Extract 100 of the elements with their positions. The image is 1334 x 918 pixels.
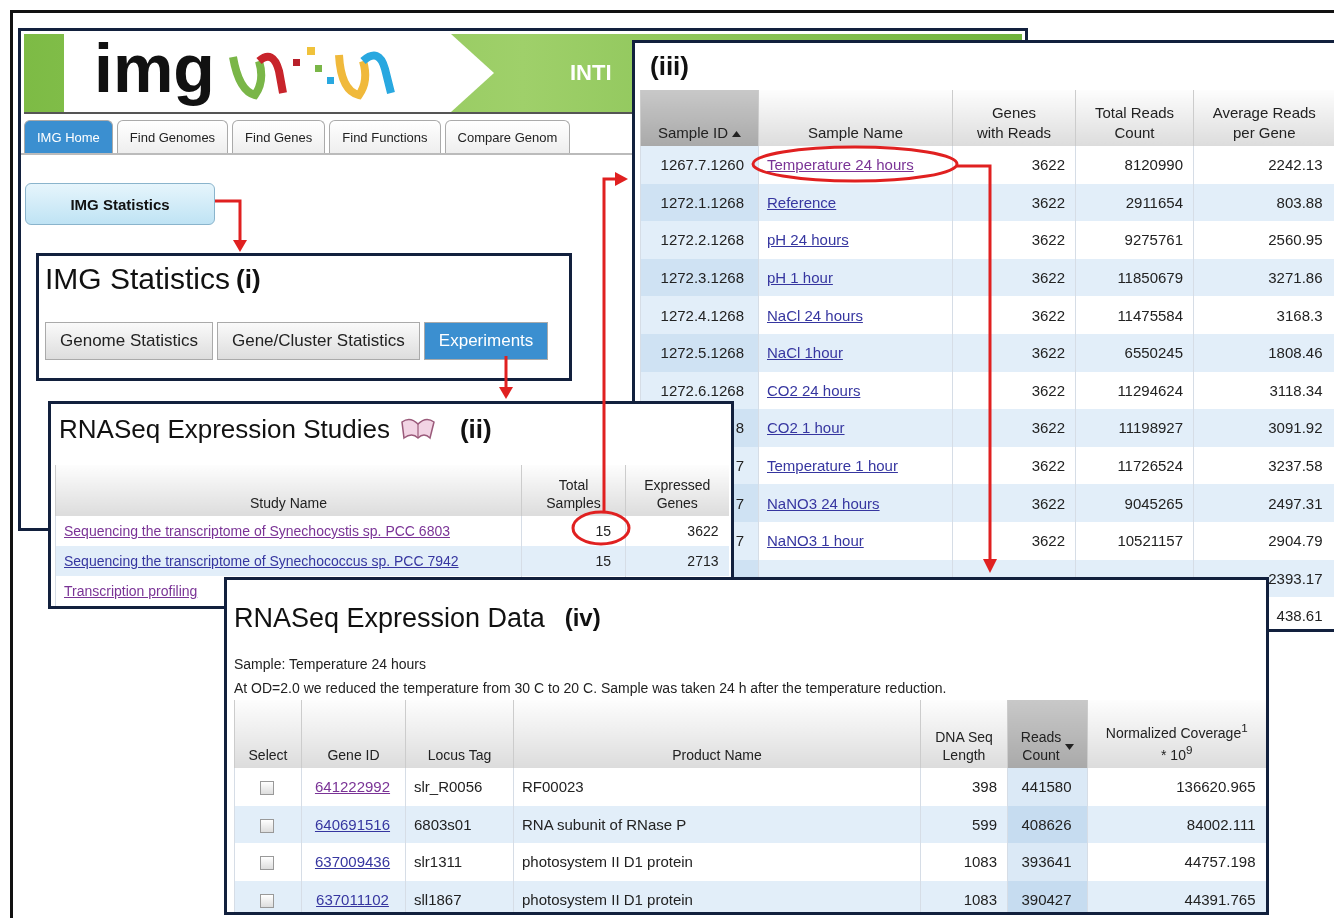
table-cell: 15 xyxy=(521,516,626,546)
table-cell: 8120990 xyxy=(1075,146,1194,184)
sample-link[interactable]: CO2 24 hours xyxy=(767,381,861,399)
table-cell: 2560.95 xyxy=(1193,221,1334,259)
sample-link[interactable]: NaCl 24 hours xyxy=(767,306,863,324)
statistics-tab[interactable]: Genome Statistics xyxy=(45,322,213,360)
table-cell: photosystem II D1 protein xyxy=(513,843,921,881)
table-cell: 3622 xyxy=(952,409,1076,447)
column-header[interactable]: Sample Name xyxy=(758,90,953,146)
table-cell: 390427 xyxy=(1007,880,1088,912)
table-cell: 11198927 xyxy=(1075,409,1194,447)
column-header[interactable]: Select xyxy=(234,700,302,768)
nav-tab[interactable]: Compare Genom xyxy=(444,120,571,153)
table-cell: 1272.2.1268 xyxy=(640,221,759,259)
table-cell: 3168.3 xyxy=(1193,296,1334,334)
table-cell: 9045265 xyxy=(1075,484,1194,522)
row-checkbox[interactable] xyxy=(260,818,274,833)
table-cell: sll1867 xyxy=(405,880,514,912)
sample-link[interactable]: pH 24 hours xyxy=(767,231,849,249)
panel-label: (iv) xyxy=(564,604,601,632)
panel-label: (i) xyxy=(236,263,261,295)
table-cell: slr_R0056 xyxy=(405,768,514,806)
table-cell: 1272.3.1268 xyxy=(640,258,759,297)
sample-link[interactable]: Reference xyxy=(767,193,837,211)
banner-text: INTI xyxy=(570,60,612,86)
column-header[interactable]: Total Samples xyxy=(521,465,626,516)
table-cell: 2497.31 xyxy=(1193,484,1334,522)
table-cell: 10521157 xyxy=(1075,521,1194,560)
table-cell: RNA subunit of RNase P xyxy=(513,805,921,843)
table-cell: 3622 xyxy=(952,484,1076,522)
panel-title: RNASeq Expression Studies xyxy=(59,413,390,445)
panel-label: (ii) xyxy=(459,413,492,445)
column-header[interactable]: Product Name xyxy=(513,700,921,768)
gene-id-link[interactable]: 637009436 xyxy=(314,853,391,871)
column-header[interactable]: Normalized Coverage$^{1}$ * 10$^{9}$ xyxy=(1087,700,1266,768)
table-cell: 3622 xyxy=(952,146,1076,184)
study-link[interactable]: Sequencing the transcriptome of Synechocystis sp. PCC 6803 xyxy=(64,523,450,539)
column-header[interactable]: Gene ID xyxy=(301,700,406,768)
column-header[interactable]: Sample ID xyxy=(640,90,759,146)
sample-link[interactable]: CO2 1 hour xyxy=(767,419,845,437)
sample-link[interactable]: pH 1 hour xyxy=(767,269,833,287)
column-header[interactable]: Total Reads Count xyxy=(1075,90,1194,146)
table-cell: 393641 xyxy=(1007,843,1088,881)
sample-link[interactable]: NaCl 1hour xyxy=(767,344,843,362)
table-cell: 3271.86 xyxy=(1193,258,1334,297)
table-cell: 1808.46 xyxy=(1193,333,1334,372)
study-link[interactable]: Transcription profiling xyxy=(64,583,198,599)
column-header[interactable]: Locus Tag xyxy=(405,700,514,768)
panel-title: RNASeq Expression Data xyxy=(234,602,545,634)
table-cell: 6803s01 xyxy=(405,805,514,843)
table-cell: 1083 xyxy=(920,843,1008,881)
table-cell: 441580 xyxy=(1007,768,1088,806)
connector-arrow xyxy=(499,356,513,399)
table-cell: 11726524 xyxy=(1075,446,1194,485)
table-cell: 2242.13 xyxy=(1193,146,1334,184)
table-cell: 136620.965 xyxy=(1087,768,1266,806)
table-cell: 3091.92 xyxy=(1193,409,1334,447)
table-cell: 2713 xyxy=(625,546,729,576)
table-cell: 3622 xyxy=(952,183,1076,222)
column-header[interactable]: Study Name xyxy=(55,465,522,516)
table-cell: 3622 xyxy=(625,516,729,546)
nav-tab[interactable]: Find Genes xyxy=(232,120,326,153)
row-checkbox[interactable] xyxy=(260,856,274,871)
statistics-tab[interactable]: Gene/Cluster Statistics xyxy=(216,322,420,360)
nav-tab[interactable]: Find Genomes xyxy=(116,120,229,153)
table-cell: 3622 xyxy=(952,258,1076,297)
table-cell: 1272.1.1268 xyxy=(640,183,759,222)
table-cell: 3622 xyxy=(952,296,1076,334)
sample-link[interactable]: NaNO3 1 hour xyxy=(767,532,864,550)
row-checkbox[interactable] xyxy=(260,781,274,796)
table-cell: 3622 xyxy=(952,333,1076,372)
gene-id-link[interactable]: 641222992 xyxy=(314,778,391,796)
row-checkbox[interactable] xyxy=(260,893,274,908)
sample-description: At OD=2.0 we reduced the temperature from 30 C to 20 C. Sample was taken 24 h after the temperature reduction. xyxy=(234,679,948,698)
table-cell: 3622 xyxy=(952,446,1076,485)
connector-arrow xyxy=(215,199,247,252)
table-cell: 6550245 xyxy=(1075,333,1194,372)
sample-link[interactable]: Temperature 24 hours xyxy=(767,156,914,174)
img-statistics-button[interactable]: IMG Statistics xyxy=(25,183,215,225)
table-cell: 3237.58 xyxy=(1193,446,1334,485)
table-cell: 599 xyxy=(920,805,1008,843)
table-cell: 408626 xyxy=(1007,805,1088,843)
table-cell: RF00023 xyxy=(513,768,921,806)
table-cell: 2904.79 xyxy=(1193,521,1334,560)
nav-tab[interactable]: Find Functions xyxy=(329,120,441,153)
column-header[interactable]: Reads Count xyxy=(1007,700,1088,768)
table-cell: 1272.4.1268 xyxy=(640,296,759,334)
table-cell: 1083 xyxy=(920,880,1008,912)
table-cell: 1272.5.1268 xyxy=(640,333,759,372)
table-cell: 1267.7.1260 xyxy=(640,146,759,184)
column-header[interactable]: Expressed Genes xyxy=(625,465,729,516)
column-header[interactable]: Average Reads per Gene xyxy=(1193,90,1334,146)
table-cell: 84002.111 xyxy=(1087,805,1266,843)
table-cell: 9275761 xyxy=(1075,221,1194,259)
table-cell: 398 xyxy=(920,768,1008,806)
sample-link[interactable]: Temperature 1 hour xyxy=(767,457,898,475)
column-header[interactable]: Genes with Reads xyxy=(952,90,1076,146)
table-cell: 803.88 xyxy=(1193,183,1334,222)
column-header[interactable]: DNA Seq Length xyxy=(920,700,1008,768)
table-cell: photosystem II D1 protein xyxy=(513,880,921,912)
